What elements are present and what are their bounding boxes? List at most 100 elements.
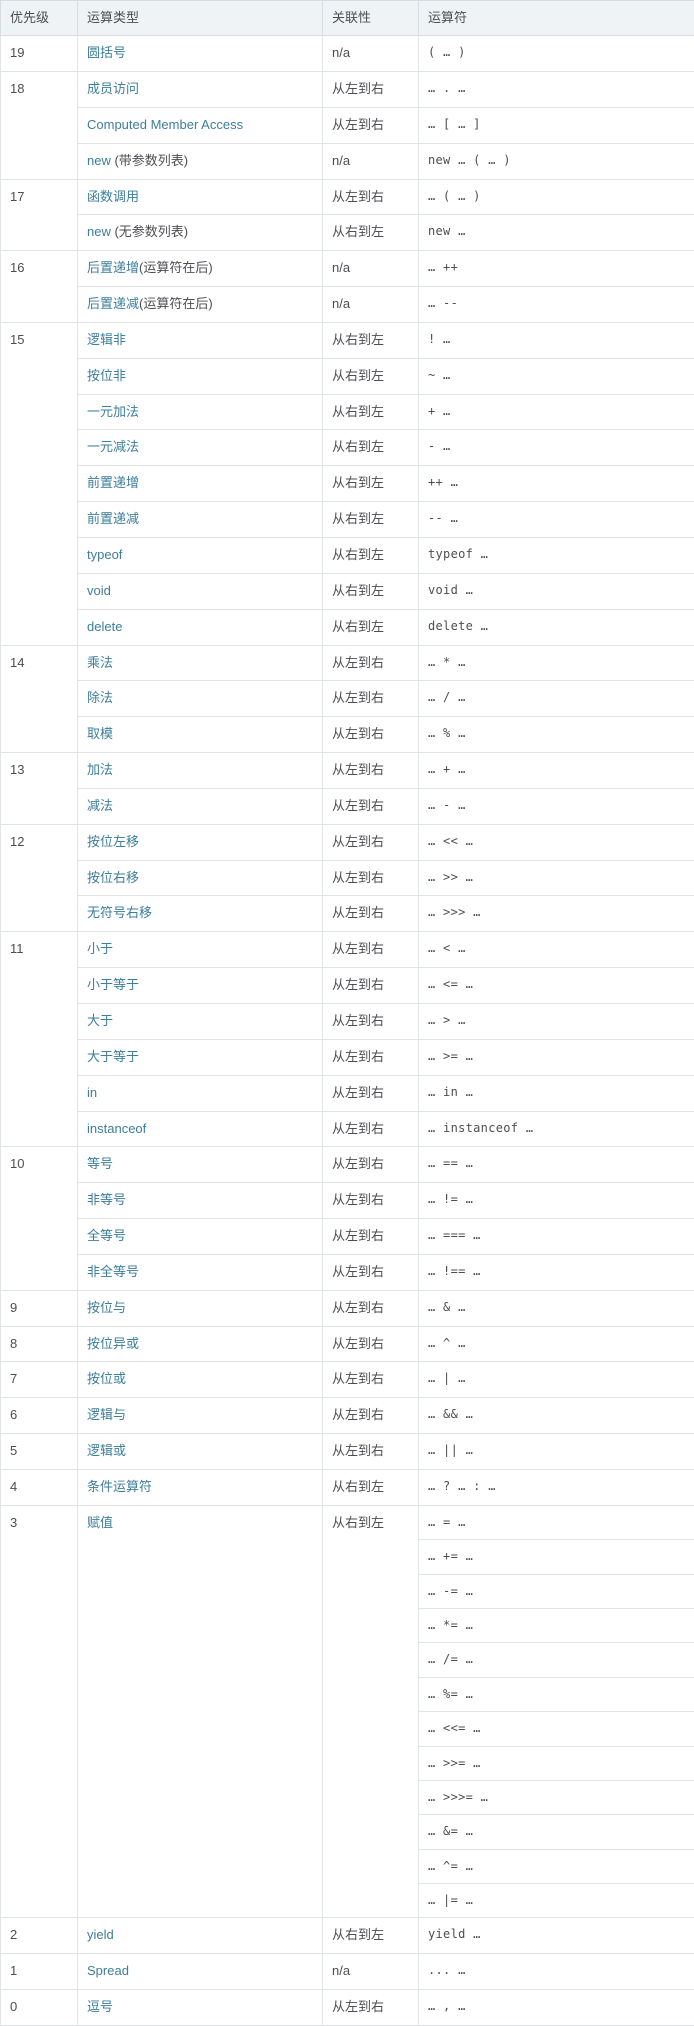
- operator-type-cell: 赋值: [78, 1505, 323, 1918]
- operator-syntax-cell: ... …: [419, 1954, 694, 1990]
- operator-type-cell: 无符号右移: [78, 896, 323, 932]
- operator-type-cell: 一元加法: [78, 394, 323, 430]
- operator-syntax-cell: … <<= …: [419, 1712, 694, 1746]
- operator-syntax-cell: … += …: [419, 1540, 694, 1574]
- operator-type-link[interactable]: 赋值: [87, 1515, 113, 1530]
- associativity-cell: 从左到右: [323, 753, 419, 789]
- operator-type-link[interactable]: 一元减法: [87, 439, 139, 454]
- operator-type-link[interactable]: 按位异或: [87, 1336, 139, 1351]
- associativity-cell: 从右到左: [323, 1505, 419, 1918]
- operator-type-link[interactable]: 按位左移: [87, 834, 139, 849]
- operator-type-link[interactable]: 等号: [87, 1156, 113, 1171]
- operator-type-link[interactable]: 小于等于: [87, 977, 139, 992]
- operator-type-link[interactable]: typeof: [87, 547, 122, 562]
- operator-type-link[interactable]: 条件运算符: [87, 1479, 152, 1494]
- operator-syntax-cell: … + …: [419, 753, 694, 789]
- associativity-cell: 从右到左: [323, 1469, 419, 1505]
- operator-syntax-cell: … in …: [419, 1075, 694, 1111]
- operator-type-link[interactable]: yield: [87, 1927, 114, 1942]
- operator-syntax-cell: … & …: [419, 1290, 694, 1326]
- operator-type-link[interactable]: 按位右移: [87, 870, 139, 885]
- table-row: 后置递减(运算符在后)n/a… --: [1, 287, 694, 323]
- operator-type-link[interactable]: void: [87, 583, 111, 598]
- associativity-cell: 从左到右: [323, 932, 419, 968]
- operator-type-link[interactable]: 后置递减: [87, 296, 139, 311]
- operator-type-link[interactable]: in: [87, 1085, 97, 1100]
- operator-type-cell: 按位非: [78, 358, 323, 394]
- table-row: 3赋值从右到左… = …: [1, 1505, 694, 1539]
- operator-syntax-cell: … == …: [419, 1147, 694, 1183]
- operator-type-link[interactable]: 逻辑与: [87, 1407, 126, 1422]
- operator-type-link[interactable]: 非全等号: [87, 1264, 139, 1279]
- operator-type-link[interactable]: 逻辑非: [87, 332, 126, 347]
- operator-type-cell: Computed Member Access: [78, 107, 323, 143]
- operator-type-link[interactable]: 后置递增: [87, 260, 139, 275]
- associativity-cell: n/a: [323, 287, 419, 323]
- operator-type-link[interactable]: Spread: [87, 1963, 129, 1978]
- operator-type-link[interactable]: 成员访问: [87, 81, 139, 96]
- associativity-cell: 从左到右: [323, 1398, 419, 1434]
- associativity-cell: n/a: [323, 36, 419, 72]
- operator-type-link[interactable]: delete: [87, 619, 122, 634]
- operator-type-link[interactable]: 圆括号: [87, 45, 126, 60]
- table-row: 7按位或从左到右… | …: [1, 1362, 694, 1398]
- operator-type-link[interactable]: 除法: [87, 690, 113, 705]
- operator-type-link[interactable]: 乘法: [87, 655, 113, 670]
- operator-type-link[interactable]: 前置递减: [87, 511, 139, 526]
- table-row: Computed Member Access从左到右… [ … ]: [1, 107, 694, 143]
- operator-type-cell: 逗号: [78, 1990, 323, 2026]
- operator-syntax-cell: … !== …: [419, 1254, 694, 1290]
- operator-type-link[interactable]: 大于等于: [87, 1049, 139, 1064]
- table-row: 1Spreadn/a... …: [1, 1954, 694, 1990]
- operator-type-cell: 非等号: [78, 1183, 323, 1219]
- operator-type-link[interactable]: 减法: [87, 798, 113, 813]
- operator-type-cell: 乘法: [78, 645, 323, 681]
- precedence-cell: 17: [1, 179, 78, 251]
- column-header-operator: 运算符: [419, 1, 694, 36]
- operator-type-link[interactable]: new: [87, 224, 111, 239]
- operator-type-link[interactable]: 逻辑或: [87, 1443, 126, 1458]
- operator-type-cell: 前置递增: [78, 466, 323, 502]
- associativity-cell: 从左到右: [323, 788, 419, 824]
- operator-precedence-table: 优先级 运算类型 关联性 运算符 19圆括号n/a( … )18成员访问从左到右…: [0, 0, 694, 2026]
- operator-type-link[interactable]: new: [87, 153, 111, 168]
- table-row: 按位右移从左到右… >> …: [1, 860, 694, 896]
- precedence-cell: 4: [1, 1469, 78, 1505]
- operator-syntax-cell: … - …: [419, 788, 694, 824]
- operator-type-link[interactable]: 取模: [87, 726, 113, 741]
- operator-type-link[interactable]: 加法: [87, 762, 113, 777]
- operator-type-link[interactable]: 按位非: [87, 368, 126, 383]
- operator-type-link[interactable]: Computed Member Access: [87, 117, 243, 132]
- associativity-cell: 从左到右: [323, 860, 419, 896]
- operator-type-link[interactable]: 函数调用: [87, 189, 139, 204]
- operator-type-cell: 逻辑非: [78, 322, 323, 358]
- operator-type-cell: 按位右移: [78, 860, 323, 896]
- table-row: 2yield从右到左yield …: [1, 1918, 694, 1954]
- precedence-cell: 13: [1, 753, 78, 825]
- operator-type-link[interactable]: 小于: [87, 941, 113, 956]
- operator-syntax-cell: yield …: [419, 1918, 694, 1954]
- operator-type-link[interactable]: 无符号右移: [87, 905, 152, 920]
- table-row: 16后置递增(运算符在后)n/a… ++: [1, 251, 694, 287]
- operator-type-link[interactable]: 非等号: [87, 1192, 126, 1207]
- operator-syntax-cell: … && …: [419, 1398, 694, 1434]
- precedence-cell: 16: [1, 251, 78, 323]
- operator-type-link[interactable]: 一元加法: [87, 404, 139, 419]
- operator-type-link[interactable]: 大于: [87, 1013, 113, 1028]
- associativity-cell: 从左到右: [323, 179, 419, 215]
- operator-type-link[interactable]: 按位与: [87, 1300, 126, 1315]
- operator-type-link[interactable]: instanceof: [87, 1121, 146, 1136]
- operator-type-link[interactable]: 全等号: [87, 1228, 126, 1243]
- header-row: 优先级 运算类型 关联性 运算符: [1, 1, 694, 36]
- operator-syntax-cell: -- …: [419, 502, 694, 538]
- operator-syntax-cell: … > …: [419, 1003, 694, 1039]
- associativity-cell: 从左到右: [323, 1254, 419, 1290]
- operator-syntax-cell: delete …: [419, 609, 694, 645]
- operator-type-link[interactable]: 逗号: [87, 1999, 113, 2014]
- operator-syntax-cell: … ^= …: [419, 1849, 694, 1883]
- operator-type-cell: 非全等号: [78, 1254, 323, 1290]
- operator-syntax-cell: ! …: [419, 322, 694, 358]
- operator-type-link[interactable]: 按位或: [87, 1371, 126, 1386]
- table-row: in从左到右… in …: [1, 1075, 694, 1111]
- operator-type-link[interactable]: 前置递增: [87, 475, 139, 490]
